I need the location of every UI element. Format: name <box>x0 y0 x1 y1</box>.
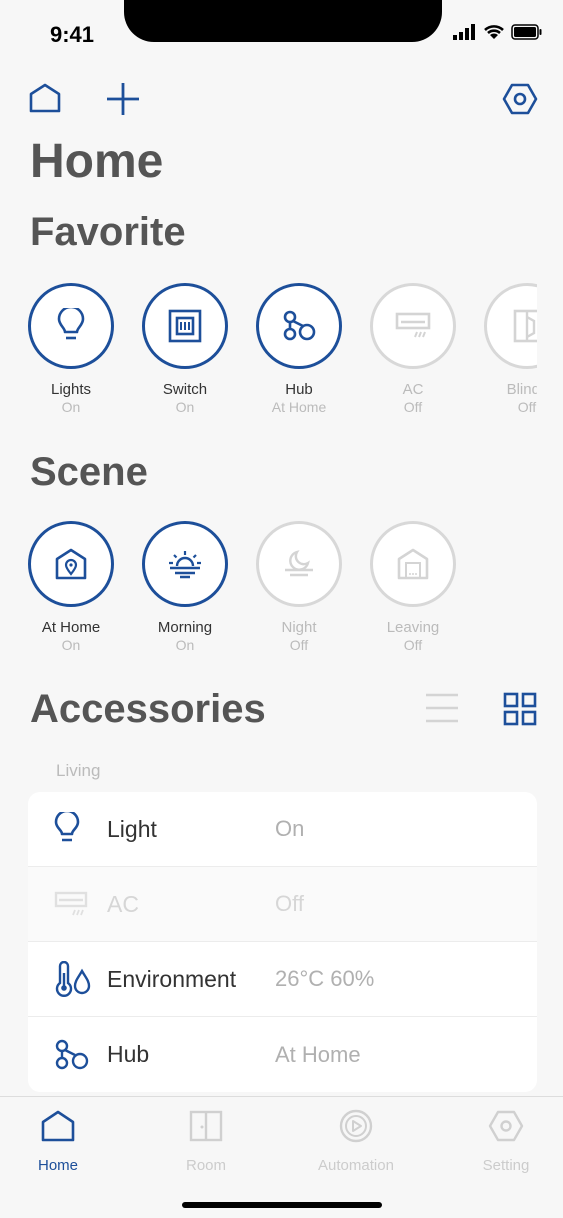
home-location-icon <box>55 548 87 580</box>
accessory-name: Light <box>107 815 157 842</box>
favorite-label: Switch <box>162 381 208 398</box>
accessory-value: At Home <box>275 1041 361 1067</box>
list-view-icon <box>426 693 458 723</box>
bulb-icon <box>54 812 80 842</box>
hub-icon <box>283 310 316 341</box>
hexagon-settings-icon <box>488 1110 524 1142</box>
accessory-name: Environment <box>107 965 237 992</box>
accessory-value: On <box>275 816 305 841</box>
settings-button[interactable] <box>502 82 538 121</box>
tab-home[interactable]: Home <box>3 1109 113 1174</box>
tab-room[interactable]: Room <box>151 1109 261 1174</box>
favorite-item-blinds[interactable]: Blinds Off <box>484 283 537 415</box>
wifi-icon <box>484 25 504 39</box>
favorite-state: On <box>175 399 195 415</box>
home-icon <box>29 83 61 113</box>
accessory-row-light[interactable]: Light On <box>28 792 537 867</box>
favorite-state: On <box>61 399 81 415</box>
scene-item-night[interactable]: Night Off <box>256 521 342 653</box>
hub-icon <box>55 1039 89 1069</box>
home-indicator <box>182 1202 382 1208</box>
scene-item-at-home[interactable]: At Home On <box>28 521 114 653</box>
tab-label: Room <box>185 1157 226 1174</box>
accessories-title: Accessories <box>30 687 266 731</box>
favorite-label: Lights <box>50 381 92 398</box>
leave-home-icon <box>397 548 429 580</box>
bulb-icon <box>57 308 85 340</box>
page-title: Home <box>30 135 164 188</box>
list-view-button[interactable] <box>424 692 460 729</box>
scene-label: Morning <box>157 619 213 636</box>
thermo-humidity-icon <box>55 961 91 997</box>
accessory-name: AC <box>107 890 139 917</box>
favorite-item-switch[interactable]: Switch On <box>142 283 228 415</box>
accessory-row-environment[interactable]: Environment 26°C 60% <box>28 942 537 1017</box>
tab-automation[interactable]: Automation <box>301 1109 411 1174</box>
favorite-label: Blinds <box>506 381 537 398</box>
tab-bar: Home Room Automation Setting <box>0 1096 563 1218</box>
accessory-name: Hub <box>107 1041 150 1067</box>
status-time: 9:41 <box>50 22 95 47</box>
ac-icon <box>54 891 88 916</box>
scene-label: Leaving <box>386 619 440 636</box>
switch-icon <box>168 309 202 343</box>
favorite-item-lights[interactable]: Lights On <box>28 283 114 415</box>
moon-icon <box>285 550 313 577</box>
scene-title: Scene <box>30 450 148 494</box>
home-toolbar-button[interactable] <box>28 82 62 119</box>
accessory-row-ac[interactable]: AC Off <box>28 867 537 942</box>
favorite-state: Off <box>403 399 423 415</box>
battery-icon <box>511 24 542 40</box>
plus-icon <box>107 83 139 115</box>
scene-list: At Home On Morning On Night Off Leaving … <box>28 521 456 653</box>
favorite-label: AC <box>402 381 424 398</box>
grid-view-button[interactable] <box>503 692 537 731</box>
home-icon <box>41 1110 75 1142</box>
scene-state: Off <box>403 637 423 653</box>
accessory-value: 26°C 60% <box>275 966 375 991</box>
hexagon-settings-icon <box>502 83 538 115</box>
scene-label: Night <box>281 619 317 636</box>
favorite-title: Favorite <box>30 210 186 254</box>
accessory-value: Off <box>275 891 304 916</box>
scene-state: Off <box>289 637 309 653</box>
grid-view-icon <box>503 692 537 726</box>
add-button[interactable] <box>104 80 142 123</box>
blinds-icon <box>513 309 537 343</box>
tab-label: Automation <box>318 1157 394 1174</box>
favorite-state: At Home <box>271 399 327 415</box>
play-icon <box>339 1109 373 1143</box>
accessory-row-hub[interactable]: Hub At Home <box>28 1017 537 1092</box>
signal-icon <box>453 24 475 40</box>
scene-state: On <box>61 637 81 653</box>
favorite-label: Hub <box>285 381 313 398</box>
favorite-list: Lights On Switch On Hub At Home AC Off B… <box>28 283 537 418</box>
sunrise-icon <box>169 551 201 579</box>
favorite-item-hub[interactable]: Hub At Home <box>256 283 342 415</box>
scene-label: At Home <box>41 619 101 636</box>
status-icons <box>453 24 543 40</box>
tab-label: Setting <box>482 1157 530 1174</box>
ac-icon <box>395 312 431 338</box>
room-section-label: Living <box>56 761 101 780</box>
tab-label: Home <box>37 1157 78 1174</box>
tab-setting[interactable]: Setting <box>451 1109 561 1174</box>
scene-state: On <box>175 637 195 653</box>
scene-item-leaving[interactable]: Leaving Off <box>370 521 456 653</box>
favorite-state: Off <box>517 399 537 415</box>
door-icon <box>189 1110 223 1142</box>
favorite-item-ac[interactable]: AC Off <box>370 283 456 415</box>
device-notch <box>124 0 442 42</box>
accessories-list: Light On AC Off Environment 26°C 60% Hub… <box>28 792 537 1092</box>
scene-item-morning[interactable]: Morning On <box>142 521 228 653</box>
